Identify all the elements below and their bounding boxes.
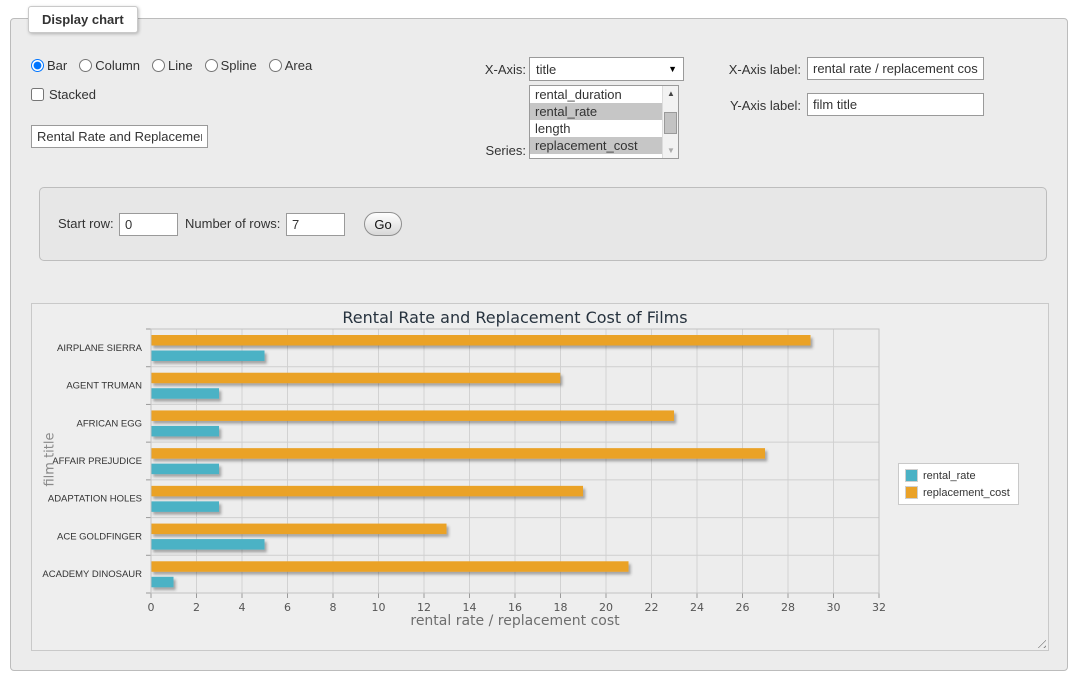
series-option-replacement_cost[interactable]: replacement_cost xyxy=(530,137,663,154)
x-axis-label-field-label: X-Axis label: xyxy=(701,62,801,77)
series-scrollbar[interactable]: ▲ ▼ xyxy=(662,86,678,158)
bar-replacement_cost xyxy=(151,561,629,572)
stacked-label: Stacked xyxy=(49,87,96,102)
y-axis-label-input[interactable] xyxy=(807,93,984,116)
chart-type-option-column[interactable]: Column xyxy=(79,58,140,73)
svg-text:ACE GOLDFINGER: ACE GOLDFINGER xyxy=(57,531,142,542)
scrollbar-thumb[interactable] xyxy=(664,112,677,134)
bar-replacement_cost xyxy=(151,373,560,384)
chart-type-radio-group: Bar Column Line Spline Area xyxy=(31,55,320,75)
x-axis-select-label: X-Axis: xyxy=(441,62,526,77)
legend-label: replacement_cost xyxy=(923,487,1010,499)
bar-rental_rate xyxy=(151,388,219,399)
legend-swatch-icon xyxy=(905,486,918,499)
scroll-up-icon[interactable]: ▲ xyxy=(663,86,679,101)
legend-swatch-icon xyxy=(905,469,918,482)
display-chart-panel: BarColumnLineSplineArea Stacked X-Axis: … xyxy=(10,18,1068,671)
x-axis-selected-value: title xyxy=(536,62,556,77)
scroll-down-icon[interactable]: ▼ xyxy=(663,143,679,158)
legend-item-rental_rate: rental_rate xyxy=(905,469,1010,482)
stacked-row: Stacked xyxy=(31,87,96,102)
bar-chart-canvas: 02468101214161820222426283032AIRPLANE SI… xyxy=(32,304,1048,650)
chart-type-option-spline[interactable]: Spline xyxy=(205,58,257,73)
bar-rental_rate xyxy=(151,539,265,550)
chart-title-input[interactable] xyxy=(31,125,208,148)
panel-legend-title: Display chart xyxy=(28,6,138,33)
start-row-label: Start row: xyxy=(58,216,114,231)
row-range-panel: Start row: Number of rows: Go xyxy=(39,187,1047,261)
chart-type-text: Spline xyxy=(221,58,257,73)
bar-replacement_cost xyxy=(151,448,765,459)
chart-type-radio-spline[interactable] xyxy=(205,59,218,72)
stacked-checkbox[interactable] xyxy=(31,88,44,101)
svg-text:AGENT TRUMAN: AGENT TRUMAN xyxy=(66,381,142,392)
svg-text:ADAPTATION HOLES: ADAPTATION HOLES xyxy=(48,494,142,505)
go-button[interactable]: Go xyxy=(364,212,402,236)
dropdown-arrow-icon: ▼ xyxy=(668,64,677,74)
bar-rental_rate xyxy=(151,501,219,512)
start-row-input[interactable] xyxy=(119,213,178,236)
chart-type-text: Column xyxy=(95,58,140,73)
chart-container: Rental Rate and Replacement Cost of Film… xyxy=(31,303,1049,651)
series-select-label: Series: xyxy=(441,143,526,158)
chart-x-axis-label: rental rate / replacement cost xyxy=(151,613,879,629)
chart-type-text: Area xyxy=(285,58,312,73)
bar-rental_rate xyxy=(151,464,219,475)
chart-type-option-line[interactable]: Line xyxy=(152,58,193,73)
chart-legend: rental_rate replacement_cost xyxy=(898,463,1019,505)
chart-type-radio-area[interactable] xyxy=(269,59,282,72)
chart-type-text: Line xyxy=(168,58,193,73)
bar-replacement_cost xyxy=(151,410,674,421)
legend-item-replacement_cost: replacement_cost xyxy=(905,486,1010,499)
series-option-rental_rate[interactable]: rental_rate xyxy=(530,103,663,120)
chart-type-radio-line[interactable] xyxy=(152,59,165,72)
chart-type-option-bar[interactable]: Bar xyxy=(31,58,67,73)
series-options: rental_durationrental_ratelengthreplacem… xyxy=(530,86,678,154)
legend-label: rental_rate xyxy=(923,470,976,482)
svg-text:AIRPLANE SIERRA: AIRPLANE SIERRA xyxy=(57,343,143,354)
series-multiselect[interactable]: rental_durationrental_ratelengthreplacem… xyxy=(529,85,679,159)
number-of-rows-input[interactable] xyxy=(286,213,345,236)
bar-replacement_cost xyxy=(151,486,583,497)
series-option-length[interactable]: length xyxy=(530,120,663,137)
svg-text:ACADEMY DINOSAUR: ACADEMY DINOSAUR xyxy=(42,569,142,580)
x-axis-label-input[interactable] xyxy=(807,57,984,80)
y-axis-label-field-label: Y-Axis label: xyxy=(701,98,801,113)
chart-type-text: Bar xyxy=(47,58,67,73)
x-axis-select[interactable]: title ▼ xyxy=(529,57,684,81)
bar-rental_rate xyxy=(151,426,219,437)
bar-rental_rate xyxy=(151,351,265,362)
bar-replacement_cost xyxy=(151,335,811,346)
svg-text:AFFAIR PREJUDICE: AFFAIR PREJUDICE xyxy=(52,456,142,467)
svg-text:AFRICAN EGG: AFRICAN EGG xyxy=(77,418,142,429)
bar-rental_rate xyxy=(151,577,174,588)
series-option-rental_duration[interactable]: rental_duration xyxy=(530,86,663,103)
chart-type-option-area[interactable]: Area xyxy=(269,58,312,73)
number-of-rows-label: Number of rows: xyxy=(185,216,280,231)
bar-replacement_cost xyxy=(151,524,447,535)
chart-type-radio-bar[interactable] xyxy=(31,59,44,72)
chart-type-radio-column[interactable] xyxy=(79,59,92,72)
chart-y-axis-label: film title xyxy=(43,410,58,510)
